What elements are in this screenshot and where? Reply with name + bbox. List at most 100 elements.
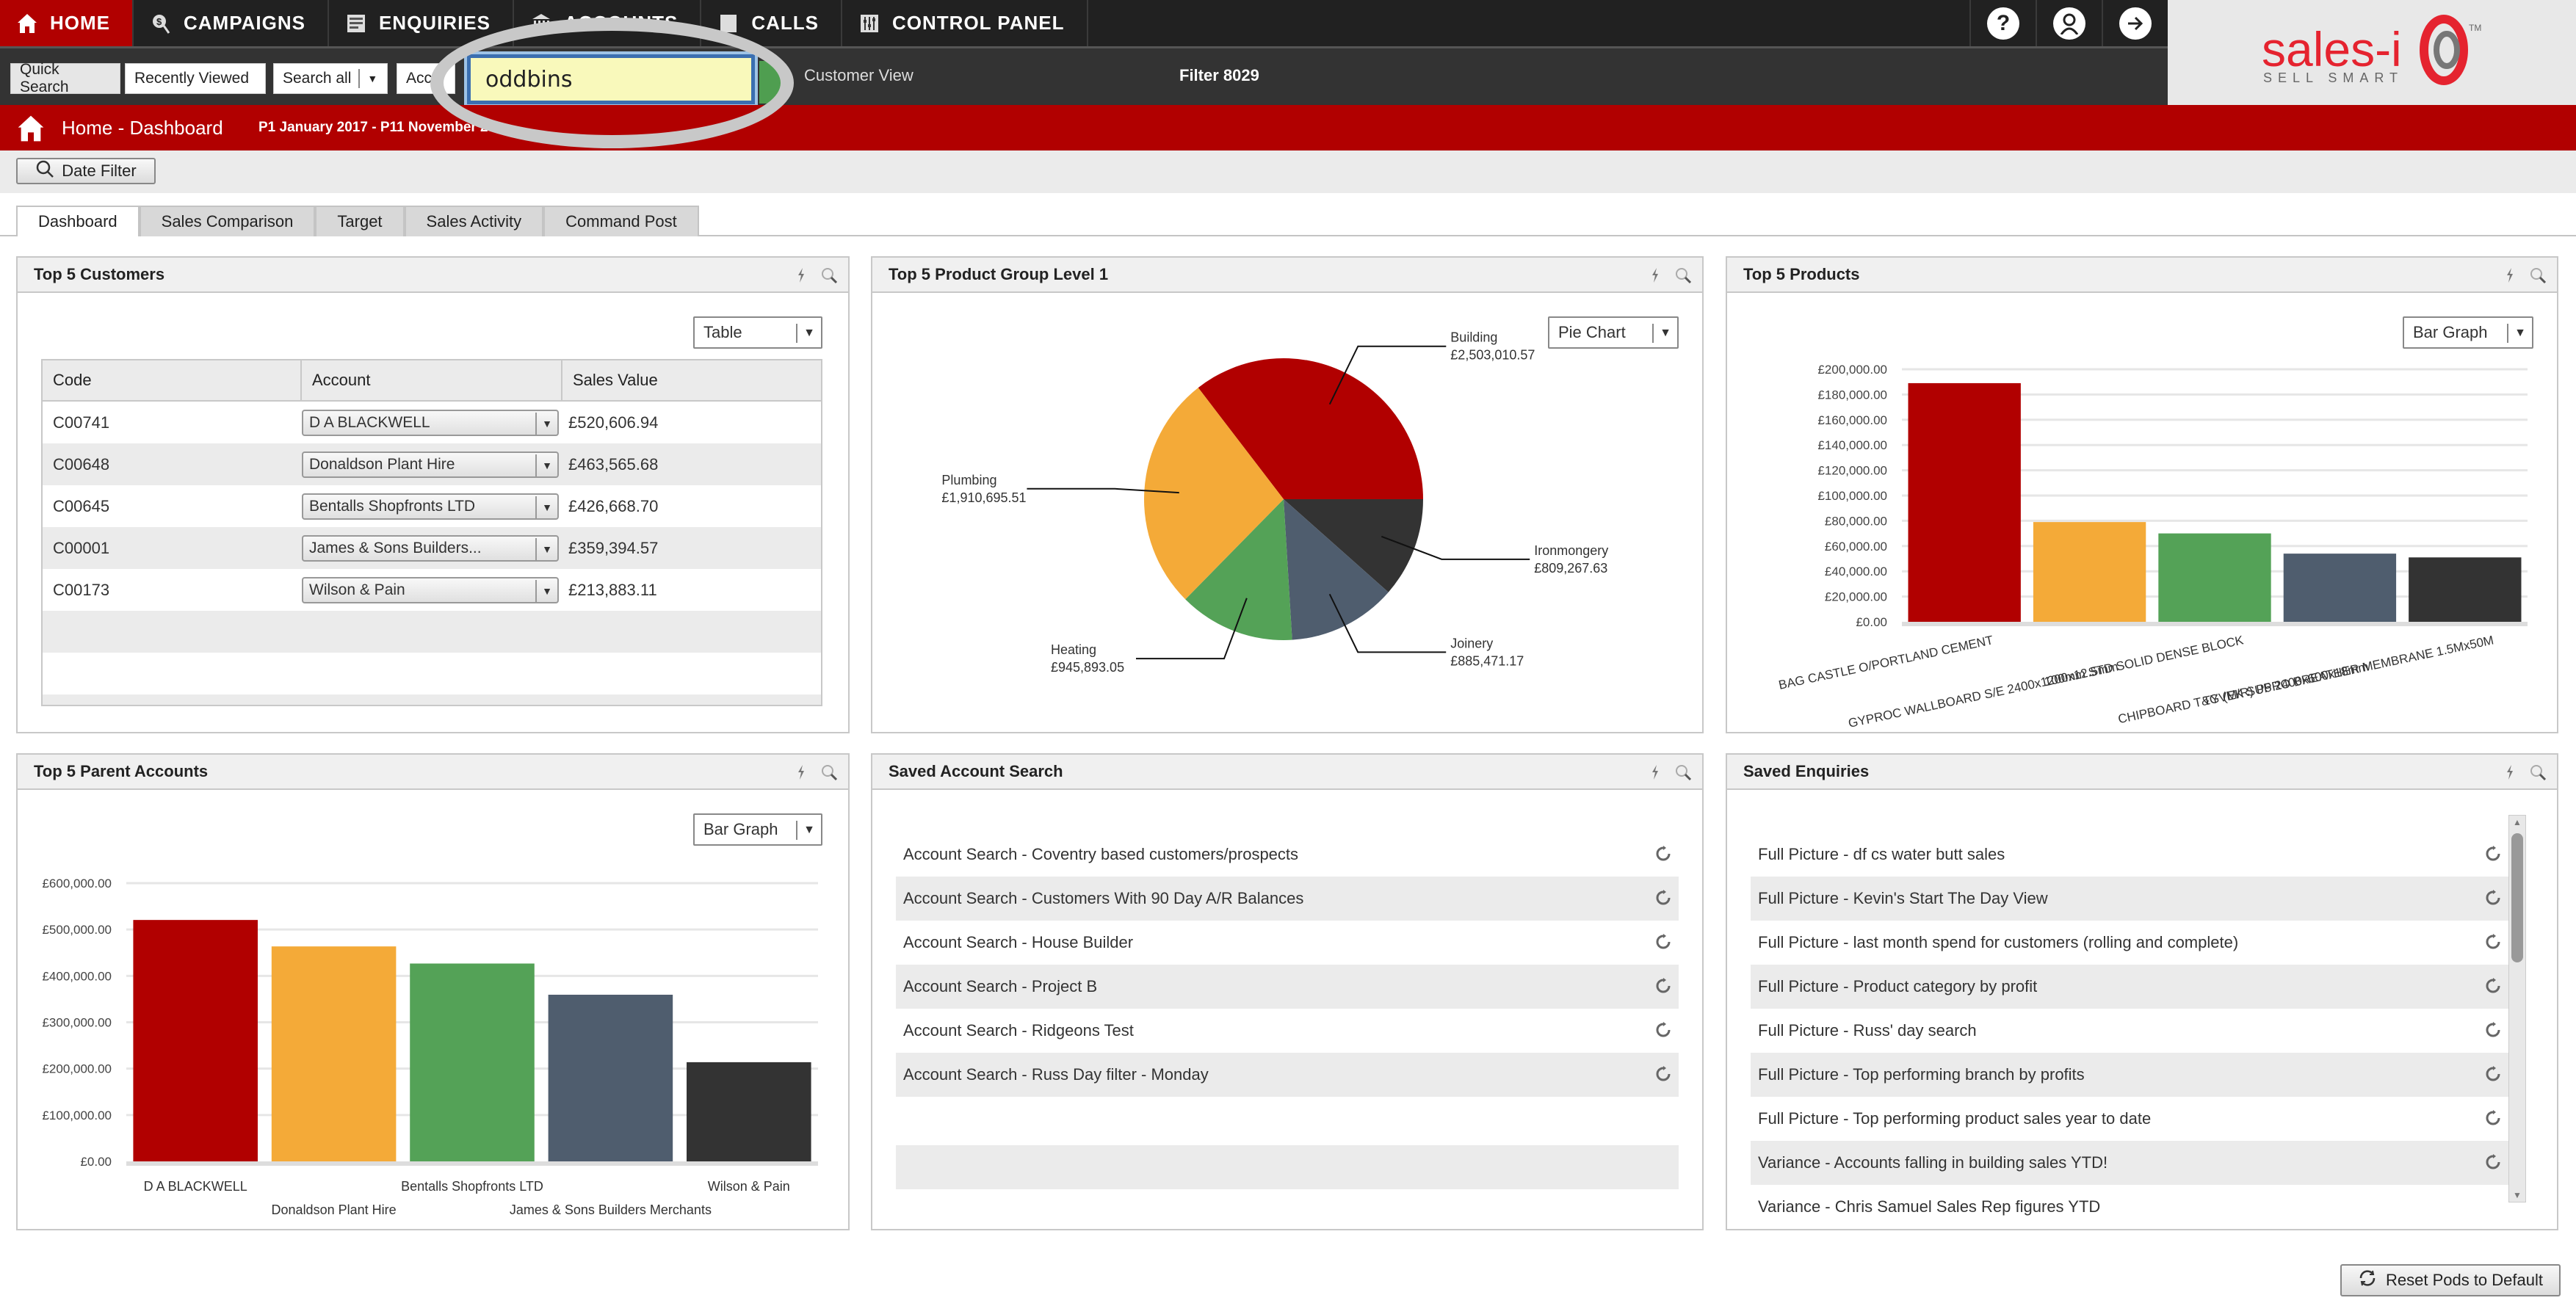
refresh-icon[interactable]: [2485, 1110, 2501, 1126]
refresh-icon[interactable]: [2485, 978, 2501, 994]
scrollbar[interactable]: ▲ ▼: [2508, 815, 2526, 1202]
column-header-account[interactable]: Account: [302, 360, 562, 400]
tab-target[interactable]: Target: [315, 206, 405, 236]
list-item[interactable]: Full Picture - last month spend for cust…: [1751, 921, 2508, 965]
pie-label-value: £2,503,010.57: [1450, 348, 1535, 363]
account-select[interactable]: Wilson & Pain ▼: [302, 576, 559, 603]
x-tick-label: D A BLACKWELL: [144, 1179, 247, 1194]
refresh-icon[interactable]: [1655, 846, 1671, 862]
scroll-down-icon[interactable]: ▼: [2513, 1190, 2522, 1200]
refresh-icon[interactable]: [1655, 1066, 1671, 1082]
list-item[interactable]: Variance - Chris Samuel Sales Rep figure…: [1751, 1185, 2508, 1229]
x-tick-label: BAG CASTLE O/PORTLAND CEMENT: [1777, 633, 1994, 692]
customer-view-link[interactable]: Customer View: [804, 66, 913, 85]
tab-dashboard[interactable]: Dashboard: [16, 206, 140, 236]
list-item[interactable]: Account Search - Coventry based customer…: [896, 832, 1679, 877]
refresh-icon[interactable]: [2485, 934, 2501, 950]
nav-home[interactable]: HOME: [0, 0, 134, 46]
list-item[interactable]: Full Picture - df cs water butt sales: [1751, 832, 2508, 877]
y-tick-label: £40,000.00: [1825, 565, 1887, 578]
search-go-button[interactable]: [759, 61, 781, 104]
zoom-icon[interactable]: [2529, 266, 2547, 284]
tab-sales-activity[interactable]: Sales Activity: [404, 206, 544, 236]
nav-campaigns-label: CAMPAIGNS: [184, 12, 305, 34]
tab-command-post[interactable]: Command Post: [543, 206, 699, 236]
list-item[interactable]: Variance - Accounts falling in building …: [1751, 1141, 2508, 1185]
list-item[interactable]: Account Search - Ridgeons Test: [896, 1009, 1679, 1053]
pod-top-products: Top 5 Products Bar Graph ▼ £0.00 £20,000.…: [1726, 256, 2558, 733]
sales-i-logo: sales-i SELL SMART TM: [2168, 0, 2576, 105]
logout-button[interactable]: [2102, 0, 2168, 46]
nav-campaigns[interactable]: $ CAMPAIGNS: [134, 0, 329, 46]
column-header-sales-value[interactable]: Sales Value: [562, 360, 821, 400]
y-tick-label: £60,000.00: [1825, 540, 1887, 554]
account-select[interactable]: James & Sons Builders... ▼: [302, 534, 559, 562]
refresh-icon[interactable]: [2485, 1022, 2501, 1038]
help-button[interactable]: ?: [1969, 0, 2036, 46]
list-item[interactable]: Account Search - Russ Day filter - Monda…: [896, 1053, 1679, 1097]
y-tick-label: £200,000.00: [42, 1062, 112, 1076]
date-filter-button[interactable]: Date Filter: [16, 158, 156, 184]
help-icon: ?: [1987, 7, 2019, 40]
bar: [2033, 522, 2146, 622]
reset-pods-button[interactable]: Reset Pods to Default: [2340, 1264, 2561, 1296]
list-item[interactable]: Account Search - House Builder: [896, 921, 1679, 965]
list-item[interactable]: Full Picture - Kevin's Start The Day Vie…: [1751, 877, 2508, 921]
drill-icon[interactable]: [2501, 266, 2519, 284]
zoom-icon[interactable]: [820, 763, 838, 781]
account-select[interactable]: Donaldson Plant Hire ▼: [302, 451, 559, 478]
drill-icon[interactable]: [792, 763, 810, 781]
list-item[interactable]: Account Search - Customers With 90 Day A…: [896, 877, 1679, 921]
column-header-code[interactable]: Code: [43, 360, 302, 400]
y-tick-label: £100,000.00: [1817, 489, 1887, 503]
account-select[interactable]: D A BLACKWELL ▼: [302, 409, 559, 436]
pod-saved-enquiries: Saved Enquiries Full Picture - df cs wat…: [1726, 753, 2558, 1230]
nav-calls[interactable]: CALLS: [701, 0, 843, 46]
drill-icon[interactable]: [1646, 266, 1664, 284]
chevron-down-icon: ▼: [367, 73, 378, 84]
refresh-icon[interactable]: [2485, 1066, 2501, 1082]
scroll-up-icon[interactable]: ▲: [2513, 817, 2522, 827]
scroll-thumb[interactable]: [2511, 833, 2523, 962]
zoom-icon[interactable]: [820, 266, 838, 284]
refresh-icon[interactable]: [1655, 890, 1671, 906]
zoom-icon[interactable]: [1674, 763, 1692, 781]
filter-label[interactable]: Filter 8029: [1179, 66, 1259, 85]
list-item[interactable]: Full Picture - Top performing product sa…: [1751, 1097, 2508, 1141]
quick-search-tab[interactable]: Quick Search: [10, 61, 120, 95]
zoom-icon[interactable]: [2529, 763, 2547, 781]
drill-icon[interactable]: [1646, 763, 1664, 781]
list-item[interactable]: Full Picture - Top performing branch by …: [1751, 1053, 2508, 1097]
refresh-icon[interactable]: [2485, 1154, 2501, 1170]
search-type-select[interactable]: Acc: [397, 63, 455, 94]
refresh-icon[interactable]: [2485, 846, 2501, 862]
nav-control-panel[interactable]: CONTROL PANEL: [842, 0, 1088, 46]
drill-icon[interactable]: [792, 266, 810, 284]
list-item[interactable]: Full Picture - Product category by profi…: [1751, 965, 2508, 1009]
cell-sales-value: £359,394.57: [568, 538, 659, 557]
drill-icon[interactable]: [2501, 763, 2519, 781]
list-item[interactable]: Account Search - Project B: [896, 965, 1679, 1009]
list-item[interactable]: Full Picture - Russ' day search: [1751, 1009, 2508, 1053]
tab-sales-comparison[interactable]: Sales Comparison: [139, 206, 316, 236]
refresh-icon[interactable]: [1655, 978, 1671, 994]
pie-chart: Building £2,503,010.57 Ironmongery £809,267…: [941, 330, 1608, 675]
recently-viewed-tab[interactable]: Recently Viewed: [125, 63, 266, 94]
y-tick-label: £160,000.00: [1817, 413, 1887, 427]
chevron-down-icon: ▼: [535, 496, 557, 518]
search-input[interactable]: oddbins: [467, 54, 755, 104]
view-select[interactable]: Table ▼: [693, 316, 822, 349]
account-select[interactable]: Bentalls Shopfronts LTD ▼: [302, 493, 559, 520]
user-button[interactable]: [2036, 0, 2102, 46]
zoom-icon[interactable]: [1674, 266, 1692, 284]
logout-icon: [2119, 7, 2152, 40]
customers-table: Code Account Sales Value C00741 D A BLAC…: [41, 359, 822, 706]
date-range: P1 January 2017 - P11 November 20: [258, 120, 496, 135]
refresh-icon[interactable]: [2485, 890, 2501, 906]
nav-enquiries[interactable]: ENQUIRIES: [329, 0, 514, 46]
x-tick-label: 100mm STD SOLID DENSE BLOCK: [2043, 633, 2245, 689]
nav-accounts[interactable]: ACCOUNTS: [514, 0, 702, 46]
refresh-icon[interactable]: [1655, 934, 1671, 950]
refresh-icon[interactable]: [1655, 1022, 1671, 1038]
search-scope-select[interactable]: Search all ▼: [273, 63, 388, 94]
